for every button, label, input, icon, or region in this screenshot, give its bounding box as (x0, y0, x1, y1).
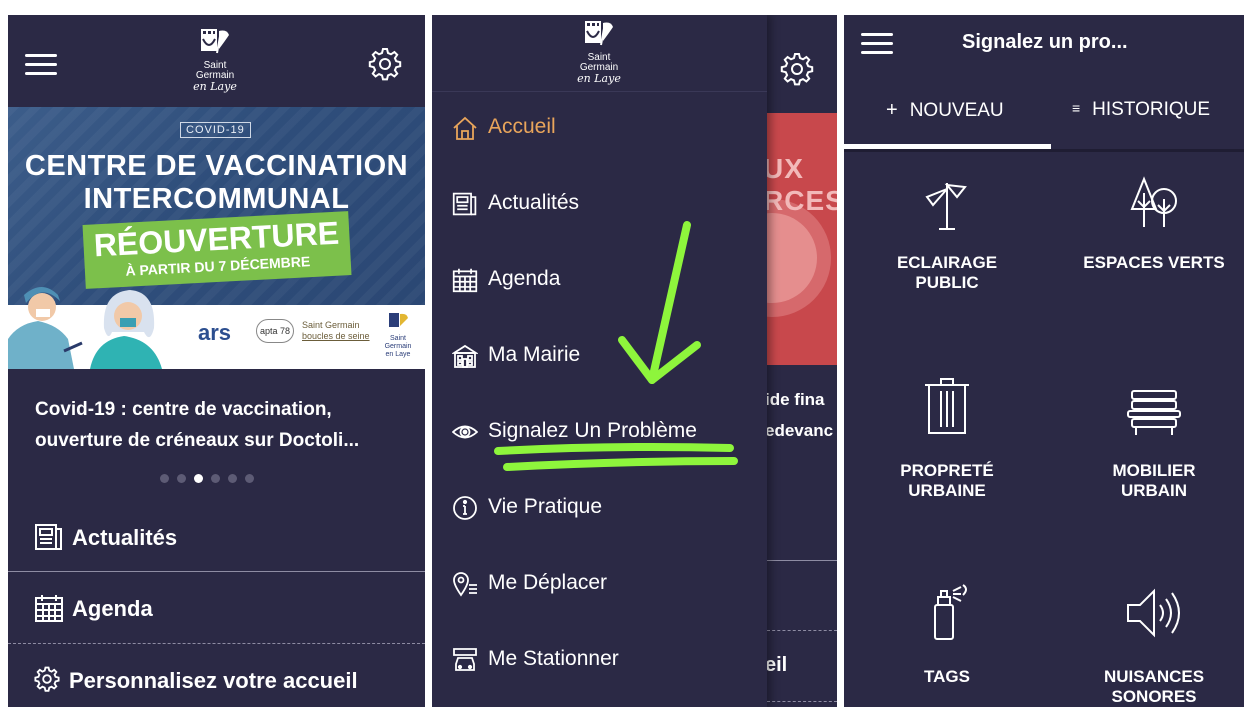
category-tags[interactable]: TAGS (847, 581, 1047, 686)
spray-can-icon (934, 584, 967, 640)
carousel-dot[interactable] (160, 474, 169, 483)
banner-title-line2: INTERCOMMUNAL (83, 183, 350, 215)
banner-title-line1: CENTRE DE VACCINATION (24, 150, 409, 182)
tab-nouveau-label: NOUVEAU (909, 100, 1004, 121)
covid-banner-image[interactable]: COVID-19 CENTRE DE VACCINATION INTERCOMM… (8, 107, 425, 369)
speaker-icon (1127, 588, 1180, 638)
carousel-dot[interactable] (228, 474, 237, 483)
gear-icon (34, 666, 60, 692)
list-icon: ≡ (1072, 100, 1081, 116)
carousel-dot-active[interactable] (194, 474, 203, 483)
nurse-illustration (8, 287, 83, 369)
section-actualites-label: Actualités (72, 525, 178, 550)
section-agenda-label: Agenda (72, 596, 153, 621)
annotation-arrow-icon (494, 221, 738, 471)
report-problem-screen: Signalez un pro... + NOUVEAU ≡ HISTORIQUE … (844, 15, 1244, 707)
category-nuisances-sonores[interactable]: NUISANCES SONORES (1054, 585, 1244, 706)
calendar-icon (35, 595, 63, 622)
carousel-dot[interactable] (211, 474, 220, 483)
carousel-dots[interactable] (160, 470, 262, 483)
top-bar: Signalez un pro... (844, 15, 1244, 73)
carousel-dot[interactable] (245, 474, 254, 483)
covid-tag: COVID-19 (180, 122, 251, 138)
city-logo: Saint Germain en Laye (185, 27, 245, 92)
top-bar: Saint Germain en Laye (8, 15, 425, 107)
logo-text-en-laye: en Laye (193, 80, 237, 93)
tab-historique-label: HISTORIQUE (1092, 99, 1211, 120)
partner-ars-logo: ars (198, 320, 232, 345)
partner-apta-logo: apta 78 (256, 319, 294, 343)
category-eclairage-public[interactable]: ECLAIRAGE PUBLIC (847, 175, 1047, 292)
hamburger-menu-icon[interactable] (861, 33, 893, 55)
trash-can-icon (925, 378, 969, 434)
section-actualites[interactable]: Actualités (8, 501, 425, 571)
street-light-icon (925, 183, 967, 230)
tab-nouveau[interactable]: + NOUVEAU (886, 99, 1004, 122)
news-headline-line1: Covid-19 : centre de vaccination, (35, 399, 332, 420)
category-mobilier-urbain[interactable]: MOBILIER URBAIN (1054, 383, 1244, 500)
carousel-dot[interactable] (177, 474, 186, 483)
page-title: Signalez un pro... (962, 31, 1128, 53)
partner-city-logo: Saint Germain en Laye (383, 312, 413, 358)
partner-sgb-logo: Saint Germain boucles de seine (302, 320, 370, 341)
section-personnalisez[interactable]: Personnalisez votre accueil (8, 643, 425, 707)
trees-icon (1130, 176, 1177, 227)
city-crest-icon (389, 313, 408, 327)
newspaper-icon (35, 524, 62, 550)
bench-icon (1127, 390, 1181, 435)
patient-illustration (90, 290, 162, 369)
home-screen: Saint Germain en Laye COVID-19 CENTRE DE… (8, 15, 425, 707)
section-personnalisez-label: Personnalisez votre accueil (69, 668, 358, 693)
city-crest-icon (201, 29, 229, 54)
category-espaces-verts[interactable]: ESPACES VERTS (1054, 175, 1244, 272)
section-agenda[interactable]: Agenda (8, 571, 425, 642)
menu-drawer-screen: UX RCES ide fina edevanc eil Saint Germa… (432, 15, 837, 707)
tab-historique[interactable]: ≡ HISTORIQUE (1072, 99, 1210, 121)
hamburger-menu-icon[interactable] (25, 54, 57, 76)
plus-icon: + (886, 99, 898, 121)
category-proprete-urbaine[interactable]: PROPRETÉ URBAINE (847, 377, 1047, 500)
news-headline[interactable]: Covid-19 : centre de vaccination, ouvert… (35, 394, 405, 456)
settings-gear-icon[interactable] (368, 47, 402, 81)
news-headline-line2: ouverture de créneaux sur Doctoli... (35, 430, 360, 451)
